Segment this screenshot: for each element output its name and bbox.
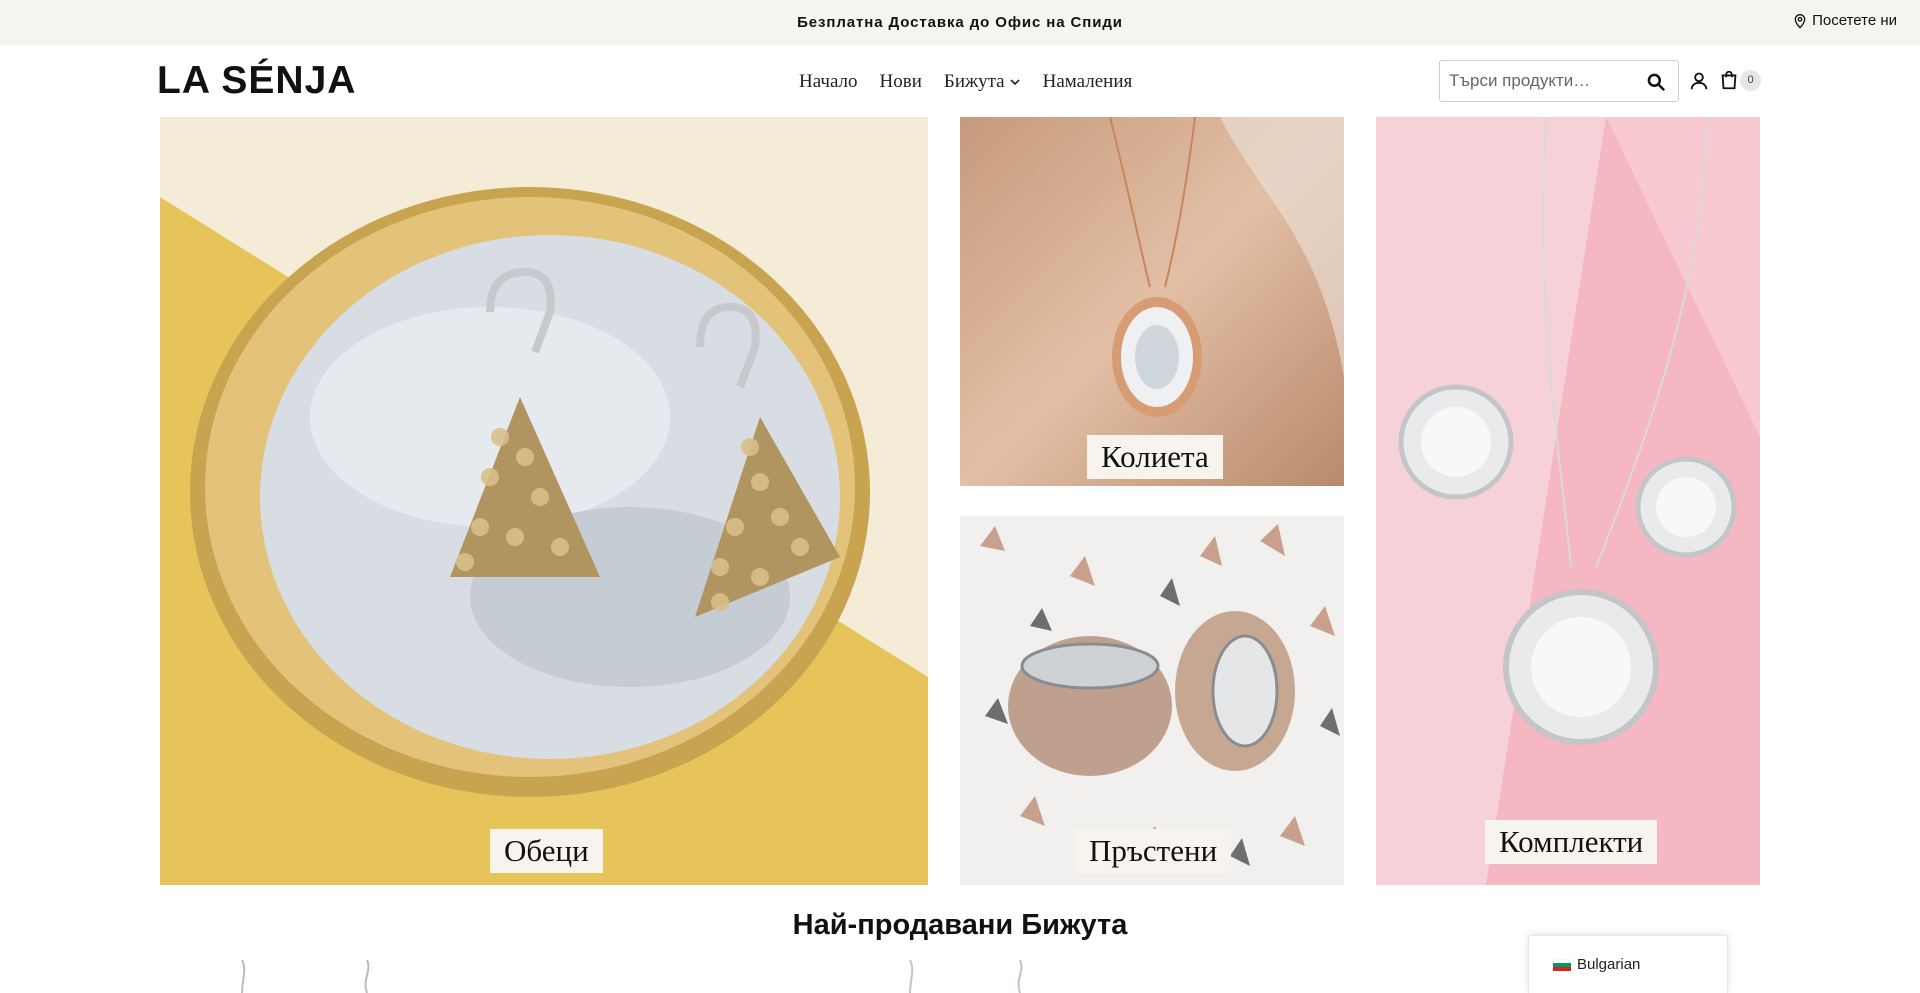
jewelry-set-image (1376, 117, 1760, 885)
nav-item-jewelry[interactable]: Бижута (944, 71, 1021, 93)
site-logo[interactable]: LA SÉNJA (157, 59, 356, 103)
visit-us-link[interactable]: Посетете ни (1792, 12, 1897, 29)
product-image-peek (241, 960, 370, 993)
necklace-image (960, 117, 1344, 486)
main-navigation: Начало Нови Бижута Намаления (799, 71, 1132, 93)
search-input[interactable] (1440, 62, 1630, 100)
language-label: Bulgarian (1577, 956, 1641, 973)
nav-item-label: Намаления (1042, 71, 1133, 92)
site-header: LA SÉNJA Начало Нови Бижута Намаления 0 (0, 45, 1920, 117)
product-image-peek (909, 960, 1023, 993)
nav-item-new[interactable]: Нови (880, 71, 922, 93)
nav-item-label: Бижута (943, 71, 1005, 92)
category-label-rings: Пръстени (1075, 829, 1232, 873)
location-pin-icon (1794, 13, 1806, 29)
category-label-sets: Комплекти (1485, 820, 1658, 864)
product-search (1439, 60, 1679, 102)
language-switcher[interactable]: Bulgarian (1528, 935, 1728, 993)
bulgaria-flag-icon (1553, 959, 1571, 971)
category-tile-sets[interactable]: Комплекти (1376, 117, 1760, 885)
cart-icon[interactable] (1718, 69, 1740, 91)
category-label-necklaces: Колиета (1087, 435, 1223, 479)
announcement-bar: Безплатна Доставка до Офис на Спиди Посе… (0, 0, 1920, 45)
chevron-down-icon (1010, 79, 1020, 86)
category-tile-necklaces[interactable]: Колиета (960, 117, 1344, 486)
earrings-image (160, 117, 928, 885)
nav-item-label: Начало (799, 71, 858, 92)
nav-item-label: Нови (879, 71, 922, 92)
cart-count-badge: 0 (1740, 70, 1761, 91)
nav-item-sale[interactable]: Намаления (1043, 71, 1133, 93)
nav-item-home[interactable]: Начало (799, 71, 858, 93)
free-delivery-promo: Безплатна Доставка до Офис на Спиди (797, 14, 1123, 31)
category-label-earrings: Обеци (490, 829, 603, 873)
category-tile-earrings[interactable]: Обеци (160, 117, 928, 885)
category-tile-rings[interactable]: Пръстени (960, 516, 1344, 885)
visit-us-label: Посетете ни (1812, 12, 1897, 29)
user-icon[interactable] (1688, 70, 1710, 92)
search-icon[interactable] (1646, 72, 1666, 92)
